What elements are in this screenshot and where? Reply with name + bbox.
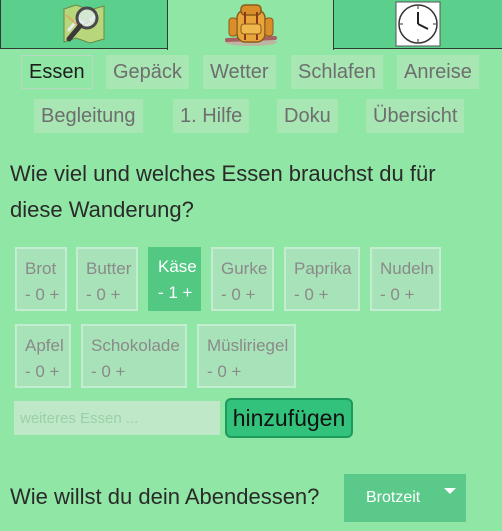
food-item-gurke[interactable]: Gurke - 0 + [211, 247, 274, 311]
food-count-stepper[interactable]: - 0 + [25, 285, 65, 305]
food-count-stepper[interactable]: - 0 + [91, 362, 185, 382]
nav-erste-hilfe[interactable]: 1. Hilfe [173, 99, 250, 133]
food-name: Müsliriegel [207, 336, 289, 355]
tab-preparation[interactable] [167, 0, 334, 50]
food-count-stepper[interactable]: - 0 + [380, 285, 439, 305]
food-count-stepper[interactable]: - 1 + [158, 283, 199, 303]
food-count-stepper[interactable]: - 0 + [86, 285, 136, 305]
food-name: Käse [158, 257, 197, 276]
add-food-input[interactable] [14, 401, 220, 435]
tab-route-map[interactable] [0, 0, 168, 49]
nav-doku[interactable]: Doku [277, 99, 338, 133]
dinner-question: Wie willst du dein Abendessen? [10, 484, 320, 509]
food-name: Paprika [294, 259, 352, 278]
food-question: Wie viel und welches Essen brauchst du f… [10, 161, 436, 222]
food-count-stepper[interactable]: - 0 + [221, 285, 272, 305]
nav-uebersicht[interactable]: Übersicht [366, 99, 465, 133]
caret-down-icon [444, 488, 456, 494]
food-item-muesliriegel[interactable]: Müsliriegel - 0 + [197, 324, 296, 388]
nav-anreise[interactable]: Anreise [397, 55, 479, 89]
food-count-stepper[interactable]: - 0 + [25, 362, 69, 382]
food-item-kaese[interactable]: Käse - 1 + [148, 247, 201, 311]
food-item-nudeln[interactable]: Nudeln - 0 + [370, 247, 441, 311]
food-item-paprika[interactable]: Paprika - 0 + [284, 247, 360, 311]
nav-schlafen[interactable]: Schlafen [291, 55, 383, 89]
map-magnifier-icon [60, 1, 108, 47]
nav-essen[interactable]: Essen [21, 55, 93, 89]
food-name: Brot [25, 259, 57, 278]
nav-wetter[interactable]: Wetter [203, 55, 276, 89]
top-tab-bar [0, 0, 502, 50]
backpack-icon [221, 2, 281, 48]
food-item-apfel[interactable]: Apfel - 0 + [15, 324, 71, 388]
add-food-button[interactable]: hinzufügen [225, 398, 353, 438]
food-name: Gurke [221, 259, 268, 278]
food-name: Nudeln [380, 259, 434, 278]
food-name: Butter [86, 259, 132, 278]
food-item-brot[interactable]: Brot - 0 + [15, 247, 67, 311]
food-name: Apfel [25, 336, 64, 355]
dinner-select-value: Brotzeit [366, 489, 421, 506]
food-item-schokolade[interactable]: Schokolade - 0 + [81, 324, 187, 388]
food-count-stepper[interactable]: - 0 + [207, 362, 294, 382]
food-item-butter[interactable]: Butter - 0 + [76, 247, 138, 311]
food-count-stepper[interactable]: - 0 + [294, 285, 358, 305]
tab-schedule[interactable] [333, 0, 502, 49]
nav-gepaeck[interactable]: Gepäck [106, 55, 189, 89]
dinner-select[interactable]: Brotzeit [344, 474, 466, 522]
clock-icon [395, 1, 441, 47]
food-name: Schokolade [91, 336, 180, 355]
nav-begleitung[interactable]: Begleitung [34, 99, 143, 133]
